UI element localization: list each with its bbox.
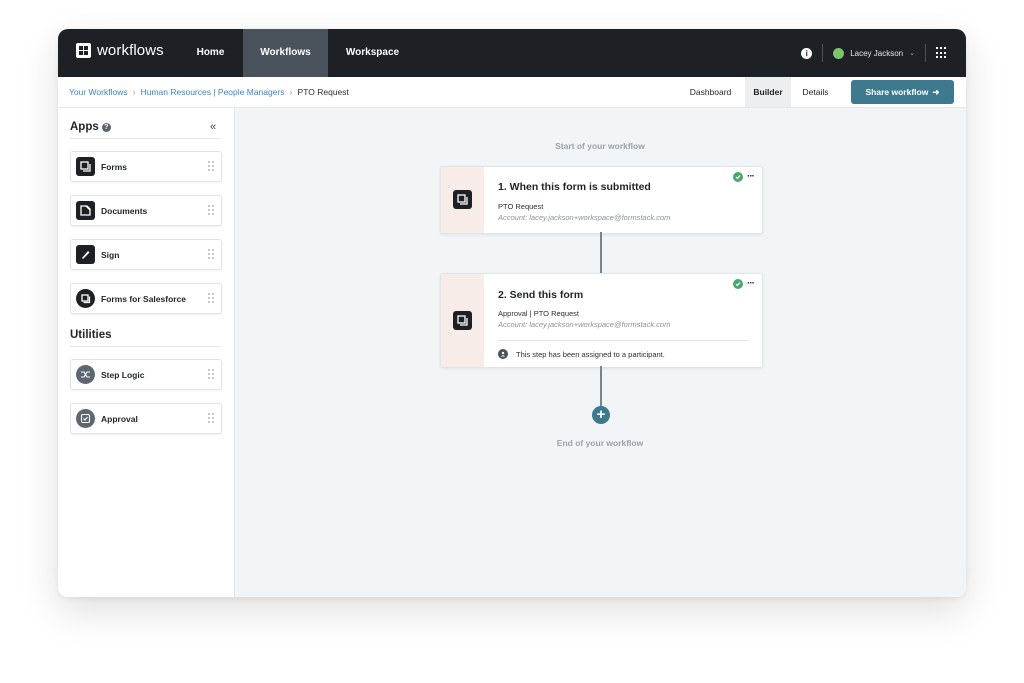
workflow-canvas[interactable]: Start of your workflow 1. When this form… (235, 108, 966, 597)
sidebar-item-label: Forms (101, 161, 127, 172)
utilities-title: Utilities (70, 329, 112, 341)
sidebar-item-label: Approval (101, 413, 138, 424)
app-window: workflows Home Workflows Workspace i Lac… (58, 29, 966, 597)
app-launcher-grid-icon[interactable] (936, 47, 948, 59)
nav-home[interactable]: Home (183, 29, 238, 77)
step-title: 2. Send this form (498, 289, 584, 301)
sidebar-item-label: Documents (101, 205, 148, 216)
sidebar-item-approval[interactable]: Approval (70, 403, 222, 434)
add-step-button[interactable]: + (592, 406, 610, 424)
step-form-name: PTO Request (498, 202, 544, 211)
tab-details[interactable]: Details (793, 77, 838, 107)
sidebar-item-step-logic[interactable]: Step Logic (70, 359, 222, 390)
drag-handle-icon[interactable] (208, 413, 214, 423)
participant-icon (498, 349, 508, 359)
divider (822, 44, 824, 62)
workflow-step-2[interactable]: 2. Send this form Approval | PTO Request… (440, 273, 763, 368)
chevron-right-icon: › (132, 87, 136, 97)
sidebar-item-forms[interactable]: Forms (70, 151, 222, 182)
step-assignment: This step has been assigned to a partici… (498, 349, 665, 359)
divider (925, 44, 926, 62)
tab-builder[interactable]: Builder (745, 77, 791, 107)
assignment-text: This step has been assigned to a partici… (516, 349, 665, 359)
check-circle-icon (733, 279, 743, 289)
breadcrumb-human-resources[interactable]: Human Resources | People Managers (141, 87, 285, 97)
workflows-logo-icon (76, 43, 91, 58)
tab-dashboard[interactable]: Dashboard (679, 77, 742, 107)
workflow-step-1[interactable]: 1. When this form is submitted PTO Reque… (440, 166, 763, 234)
sidebar-item-label: Sign (101, 249, 120, 260)
drag-handle-icon[interactable] (208, 293, 214, 303)
nav-workflows[interactable]: Workflows (243, 29, 328, 77)
start-label: Start of your workflow (555, 141, 645, 151)
documents-icon (76, 201, 95, 220)
drag-handle-icon[interactable] (208, 205, 214, 215)
forms-icon (453, 311, 472, 330)
drag-handle-icon[interactable] (208, 161, 214, 171)
sidebar-item-sign[interactable]: Sign (70, 239, 222, 270)
forms-icon (453, 190, 472, 209)
apps-section-title: Apps ? (70, 121, 111, 133)
nav-workspace[interactable]: Workspace (336, 29, 409, 77)
step-status: ··· (733, 172, 755, 182)
user-menu[interactable]: Lacey Jackson ⌄ (833, 47, 915, 59)
step-title: 1. When this form is submitted (498, 181, 651, 193)
logo-text: workflows (97, 42, 164, 59)
sidebar: Apps ? « Forms Documents Sign Forms for … (58, 108, 235, 597)
sidebar-item-label: Step Logic (101, 369, 145, 380)
sub-header: Your Workflows › Human Resources | Peopl… (58, 77, 966, 108)
share-workflow-label: Share workflow (865, 87, 929, 97)
sidebar-item-label: Forms for Salesforce (101, 293, 187, 304)
breadcrumb-current: PTO Request (297, 87, 349, 97)
divider (70, 346, 220, 347)
step-status: ··· (733, 279, 755, 289)
share-workflow-button[interactable]: Share workflow ➜ (851, 80, 954, 104)
collapse-sidebar-icon[interactable]: « (210, 121, 216, 133)
avatar (833, 47, 845, 59)
step-form-name: Approval | PTO Request (498, 309, 580, 318)
end-label: End of your workflow (556, 438, 644, 448)
check-circle-icon (733, 172, 743, 182)
more-options-icon[interactable]: ··· (747, 172, 755, 182)
step-connector (600, 366, 602, 408)
breadcrumb: Your Workflows › Human Resources | Peopl… (69, 77, 349, 107)
salesforce-forms-icon (76, 289, 95, 308)
breadcrumb-your-workflows[interactable]: Your Workflows (69, 87, 128, 97)
approval-check-icon (76, 409, 95, 428)
drag-handle-icon[interactable] (208, 249, 214, 259)
utilities-section-title: Utilities (70, 329, 112, 341)
step-account: Account: lacey.jackson+workspace@formsta… (498, 320, 671, 329)
divider (70, 138, 220, 139)
nav-right-controls: i Lacey Jackson ⌄ (801, 29, 948, 77)
help-icon[interactable]: ? (101, 122, 111, 132)
forms-icon (76, 157, 95, 176)
chevron-right-icon: › (289, 87, 293, 97)
sidebar-item-forms-for-salesforce[interactable]: Forms for Salesforce (70, 283, 222, 314)
step-account: Account: lacey.jackson+workspace@formsta… (498, 213, 671, 222)
shuffle-icon (76, 365, 95, 384)
more-options-icon[interactable]: ··· (747, 279, 755, 289)
drag-handle-icon[interactable] (208, 369, 214, 379)
top-nav: workflows Home Workflows Workspace i Lac… (58, 29, 966, 77)
info-icon[interactable]: i (801, 47, 813, 59)
sidebar-item-documents[interactable]: Documents (70, 195, 222, 226)
arrow-right-icon: ➜ (932, 86, 940, 97)
sign-pen-icon (76, 245, 95, 264)
divider (498, 340, 749, 341)
step-connector (600, 232, 602, 273)
user-name: Lacey Jackson (850, 48, 904, 58)
chevron-down-icon: ⌄ (909, 50, 915, 57)
apps-title: Apps (70, 121, 99, 133)
logo[interactable]: workflows (76, 42, 164, 59)
